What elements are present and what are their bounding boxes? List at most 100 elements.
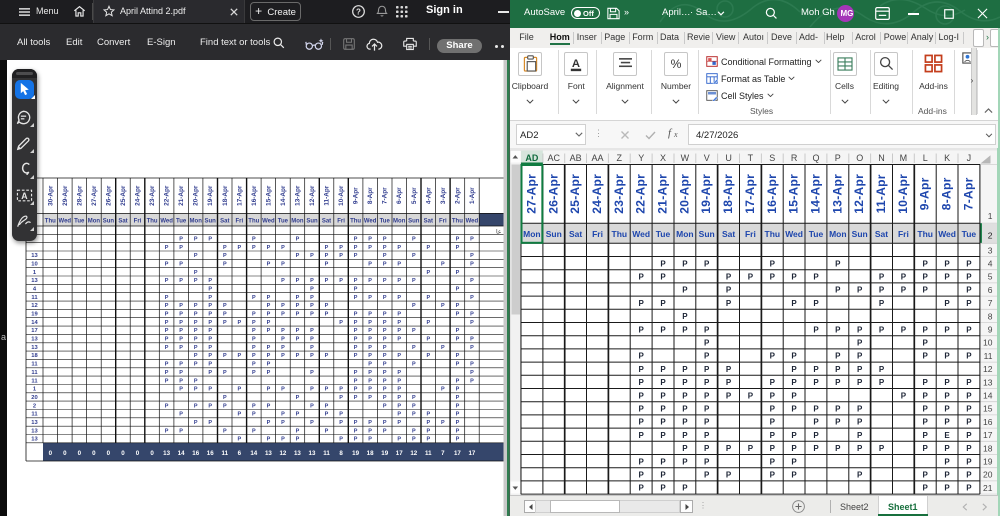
svg-text:P: P <box>397 403 401 409</box>
svg-text:P: P <box>397 387 401 393</box>
svg-text:10: 10 <box>983 337 993 347</box>
svg-text:P: P <box>456 303 460 309</box>
svg-text:P: P <box>966 483 972 492</box>
svg-text:0: 0 <box>107 450 111 457</box>
svg-text:Sat: Sat <box>220 219 229 225</box>
svg-text:P: P <box>456 270 460 276</box>
svg-text:M: M <box>900 153 908 163</box>
svg-text:P: P <box>325 253 329 259</box>
svg-text:P: P <box>281 437 285 443</box>
svg-text:P: P <box>354 370 358 376</box>
svg-text:P: P <box>682 417 688 426</box>
svg-text:P: P <box>835 351 841 360</box>
svg-text:P: P <box>944 457 950 466</box>
svg-text:P: P <box>325 353 329 359</box>
svg-text:P: P <box>397 295 401 301</box>
svg-text:P: P <box>368 362 372 368</box>
svg-text:P: P <box>770 378 776 387</box>
svg-text:P: P <box>923 272 929 281</box>
svg-text:10: 10 <box>31 262 37 268</box>
svg-text:a: a <box>1 332 6 342</box>
svg-text:P: P <box>704 457 710 466</box>
svg-text:P: P <box>194 420 198 426</box>
svg-text:9: 9 <box>988 324 993 334</box>
svg-text:R: R <box>791 153 798 163</box>
svg-text:P: P <box>165 370 169 376</box>
svg-text:P: P <box>281 328 285 334</box>
svg-text:17: 17 <box>983 430 993 440</box>
svg-text:Tue: Tue <box>278 219 289 225</box>
svg-text:P: P <box>368 370 372 376</box>
svg-text:P: P <box>901 285 907 294</box>
svg-text:19: 19 <box>983 456 993 466</box>
svg-text:26-Apr: 26-Apr <box>546 173 560 213</box>
svg-text:P: P <box>470 320 474 326</box>
svg-text:16: 16 <box>207 450 214 457</box>
svg-text:4: 4 <box>988 258 993 268</box>
svg-text:P: P <box>639 457 645 466</box>
svg-text:P: P <box>470 378 474 384</box>
svg-text:P: P <box>835 378 841 387</box>
svg-text:6: 6 <box>988 284 993 294</box>
svg-text:P: P <box>310 253 314 259</box>
svg-text:P: P <box>813 298 819 307</box>
svg-text:Sun: Sun <box>546 229 562 239</box>
svg-text:28-Apr: 28-Apr <box>76 185 83 206</box>
svg-text:P: P <box>966 391 972 400</box>
svg-text:13: 13 <box>31 420 38 426</box>
svg-text:P: P <box>383 328 387 334</box>
svg-text:P: P <box>208 303 212 309</box>
svg-text:P: P <box>165 303 169 309</box>
svg-text:P: P <box>368 237 372 243</box>
svg-text:P: P <box>813 430 819 439</box>
svg-text:P: P <box>368 262 372 268</box>
svg-text:P: P <box>267 262 271 268</box>
svg-text:P: P <box>383 387 387 393</box>
svg-text:P: P <box>223 403 227 409</box>
svg-text:P: P <box>901 272 907 281</box>
svg-text:P: P <box>704 259 710 268</box>
svg-text:P: P <box>194 320 198 326</box>
svg-text:16: 16 <box>192 450 199 457</box>
svg-text:P: P <box>426 412 430 418</box>
svg-text:W: W <box>681 153 690 163</box>
svg-text:P: P <box>208 295 212 301</box>
svg-text:25-Apr: 25-Apr <box>568 173 582 213</box>
svg-text:P: P <box>456 437 460 443</box>
svg-text:P: P <box>857 417 863 426</box>
svg-text:P: P <box>470 253 474 259</box>
svg-text:P: P <box>208 320 212 326</box>
svg-text:P: P <box>704 470 710 479</box>
svg-text:P: P <box>923 417 929 426</box>
svg-text:P: P <box>426 245 430 251</box>
svg-text:Thu: Thu <box>612 229 628 239</box>
svg-text:P: P <box>354 278 358 284</box>
svg-text:P: P <box>397 370 401 376</box>
svg-text:P: P <box>339 387 343 393</box>
svg-text:P: P <box>354 253 358 259</box>
svg-text:P: P <box>704 338 710 347</box>
svg-text:P: P <box>944 378 950 387</box>
svg-text:P: P <box>660 404 666 413</box>
svg-text:P: P <box>252 237 256 243</box>
svg-text:P: P <box>354 420 358 426</box>
svg-text:P: P <box>944 298 950 307</box>
svg-text:P: P <box>879 378 885 387</box>
svg-text:21-Apr: 21-Apr <box>656 173 670 213</box>
svg-text:P: P <box>639 430 645 439</box>
svg-text:Fri: Fri <box>745 229 756 239</box>
svg-text:11: 11 <box>31 362 38 368</box>
svg-text:P: P <box>325 428 329 434</box>
svg-text:P: P <box>325 278 329 284</box>
svg-text:0: 0 <box>49 450 53 457</box>
svg-text:15-Apr: 15-Apr <box>265 185 272 206</box>
svg-text:P: P <box>770 391 776 400</box>
svg-text:P: P <box>966 259 972 268</box>
svg-text:A: A <box>21 191 28 201</box>
svg-text:1: 1 <box>988 211 993 221</box>
svg-text:P: P <box>194 378 198 384</box>
svg-text:16: 16 <box>983 416 993 426</box>
svg-text:Tue: Tue <box>74 219 85 225</box>
svg-text:U: U <box>725 153 732 163</box>
svg-text:P: P <box>281 278 285 284</box>
